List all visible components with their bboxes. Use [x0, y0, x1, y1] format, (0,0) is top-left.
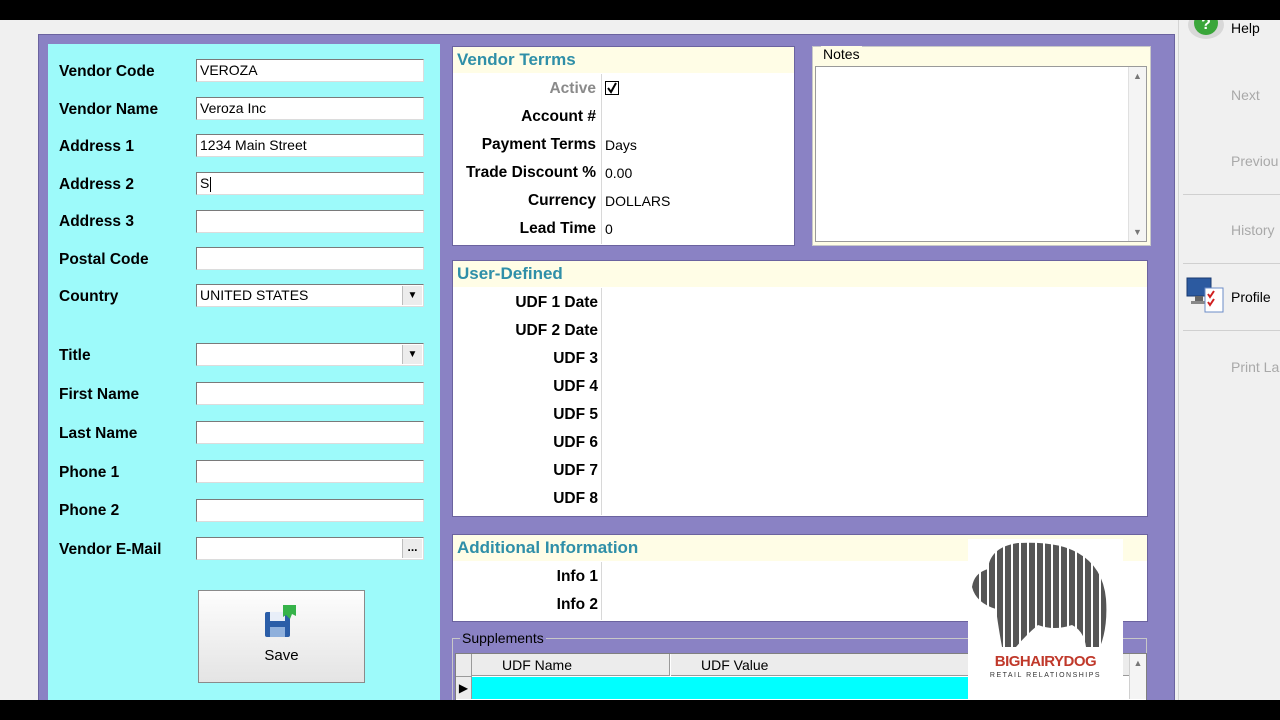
udf5-label: UDF 5 — [553, 406, 598, 423]
udf7-label: UDF 7 — [553, 462, 598, 479]
udf-name-column-header[interactable]: UDF Name — [472, 654, 670, 676]
grid-scrollbar[interactable]: ▲ — [1129, 654, 1146, 699]
ellipsis-button[interactable]: ... — [402, 539, 422, 558]
notes-textarea[interactable]: ▲ ▼ — [815, 66, 1147, 242]
computer-checklist-icon — [1186, 277, 1224, 313]
question-mark-icon: ? — [1188, 20, 1224, 39]
sidebar-divider — [1183, 194, 1280, 195]
supplements-legend: Supplements — [460, 630, 546, 646]
udf2-label: UDF 2 Date — [515, 322, 598, 339]
brand-name: BIGHAIRYDOG — [994, 653, 1097, 670]
brand-tagline: RETAIL RELATIONSHIPS — [989, 672, 1102, 679]
payment-terms-label: Payment Terms — [481, 136, 596, 153]
lead-time-value[interactable]: 0 — [605, 221, 613, 237]
row-header-corner — [456, 654, 472, 677]
udf4-label: UDF 4 — [553, 378, 598, 395]
postal-code-label: Postal Code — [59, 251, 149, 268]
scroll-up-icon[interactable]: ▲ — [1130, 658, 1146, 668]
sidebar-divider — [1183, 330, 1280, 331]
chevron-down-icon[interactable]: ▼ — [402, 345, 422, 364]
column-divider — [601, 288, 602, 515]
trade-discount-label: Trade Discount % — [465, 164, 596, 181]
phone1-input[interactable] — [196, 460, 424, 483]
postal-code-input[interactable] — [196, 247, 424, 270]
checkmark-icon — [605, 81, 619, 95]
title-select[interactable]: ▼ — [196, 343, 424, 366]
svg-text:?: ? — [1201, 20, 1211, 33]
help-button[interactable]: Help — [1231, 20, 1260, 36]
profile-button[interactable]: Profile — [1231, 289, 1271, 305]
dog-logo-icon — [972, 539, 1107, 651]
phone2-input[interactable] — [196, 499, 424, 522]
title-label: Title — [59, 347, 91, 364]
last-name-label: Last Name — [59, 425, 138, 442]
last-name-input[interactable] — [196, 421, 424, 444]
help-icon[interactable]: ? — [1187, 20, 1225, 42]
vendor-email-label: Vendor E-Mail — [59, 541, 162, 558]
vendor-code-input[interactable]: VEROZA — [196, 59, 424, 82]
previous-button[interactable]: Previou — [1231, 153, 1278, 169]
first-name-label: First Name — [59, 386, 140, 403]
vendor-code-label: Vendor Code — [59, 63, 155, 80]
info2-label: Info 2 — [556, 596, 598, 613]
address3-label: Address 3 — [59, 213, 134, 230]
save-button[interactable]: Save — [198, 590, 365, 683]
address2-input[interactable]: S — [196, 172, 424, 195]
account-number-label: Account # — [521, 108, 596, 125]
notes-legend: Notes — [821, 46, 862, 62]
brand-watermark: BIGHAIRYDOG RETAIL RELATIONSHIPS — [968, 539, 1123, 699]
country-label: Country — [59, 288, 119, 305]
current-row-arrow-icon: ▶ — [456, 677, 472, 699]
vendor-name-input[interactable]: Veroza Inc — [196, 97, 424, 120]
active-checkbox[interactable] — [605, 81, 619, 95]
lead-time-label: Lead Time — [519, 220, 596, 237]
first-name-input[interactable] — [196, 382, 424, 405]
udf1-label: UDF 1 Date — [515, 294, 598, 311]
vendor-name-label: Vendor Name — [59, 101, 159, 118]
country-select[interactable]: UNITED STATES ▼ — [196, 284, 424, 307]
column-divider — [601, 74, 602, 244]
vendor-window: Vendor Code VEROZA Vendor Name Veroza In… — [0, 20, 1280, 700]
save-label: Save — [264, 647, 299, 664]
info1-label: Info 1 — [556, 568, 598, 585]
text-caret — [210, 176, 212, 192]
vendor-email-input[interactable]: ... — [196, 537, 424, 560]
country-value: UNITED STATES — [200, 287, 309, 303]
column-divider — [601, 562, 602, 620]
vendor-terms-title: Vendor Terrms — [453, 47, 794, 73]
address2-label: Address 2 — [59, 176, 134, 193]
udf3-label: UDF 3 — [553, 350, 598, 367]
scroll-down-icon[interactable]: ▼ — [1129, 227, 1146, 237]
udf6-label: UDF 6 — [553, 434, 598, 451]
next-button[interactable]: Next — [1231, 87, 1260, 103]
udf8-label: UDF 8 — [553, 490, 598, 507]
address3-input[interactable] — [196, 210, 424, 233]
trade-discount-value[interactable]: 0.00 — [605, 165, 632, 181]
address2-value: S — [200, 175, 210, 191]
notes-scrollbar[interactable]: ▲ ▼ — [1128, 67, 1146, 241]
phone2-label: Phone 2 — [59, 502, 120, 519]
address1-input[interactable]: 1234 Main Street — [196, 134, 424, 157]
sidebar-divider — [1183, 263, 1280, 264]
payment-terms-value[interactable]: Days — [605, 137, 637, 153]
print-labels-button[interactable]: Print La — [1231, 359, 1279, 375]
address1-label: Address 1 — [59, 138, 134, 155]
profile-icon[interactable] — [1185, 274, 1227, 316]
active-label: Active — [549, 80, 596, 97]
chevron-down-icon[interactable]: ▼ — [402, 286, 422, 305]
history-button[interactable]: History — [1231, 222, 1275, 238]
currency-value[interactable]: DOLLARS — [605, 193, 670, 209]
action-sidebar: ? Help Next Previou History Profile Prin… — [1178, 20, 1280, 700]
currency-label: Currency — [527, 192, 596, 209]
floppy-disk-icon — [265, 605, 296, 637]
scroll-up-icon[interactable]: ▲ — [1129, 71, 1146, 81]
user-defined-title: User-Defined — [453, 261, 1147, 287]
phone1-label: Phone 1 — [59, 464, 120, 481]
